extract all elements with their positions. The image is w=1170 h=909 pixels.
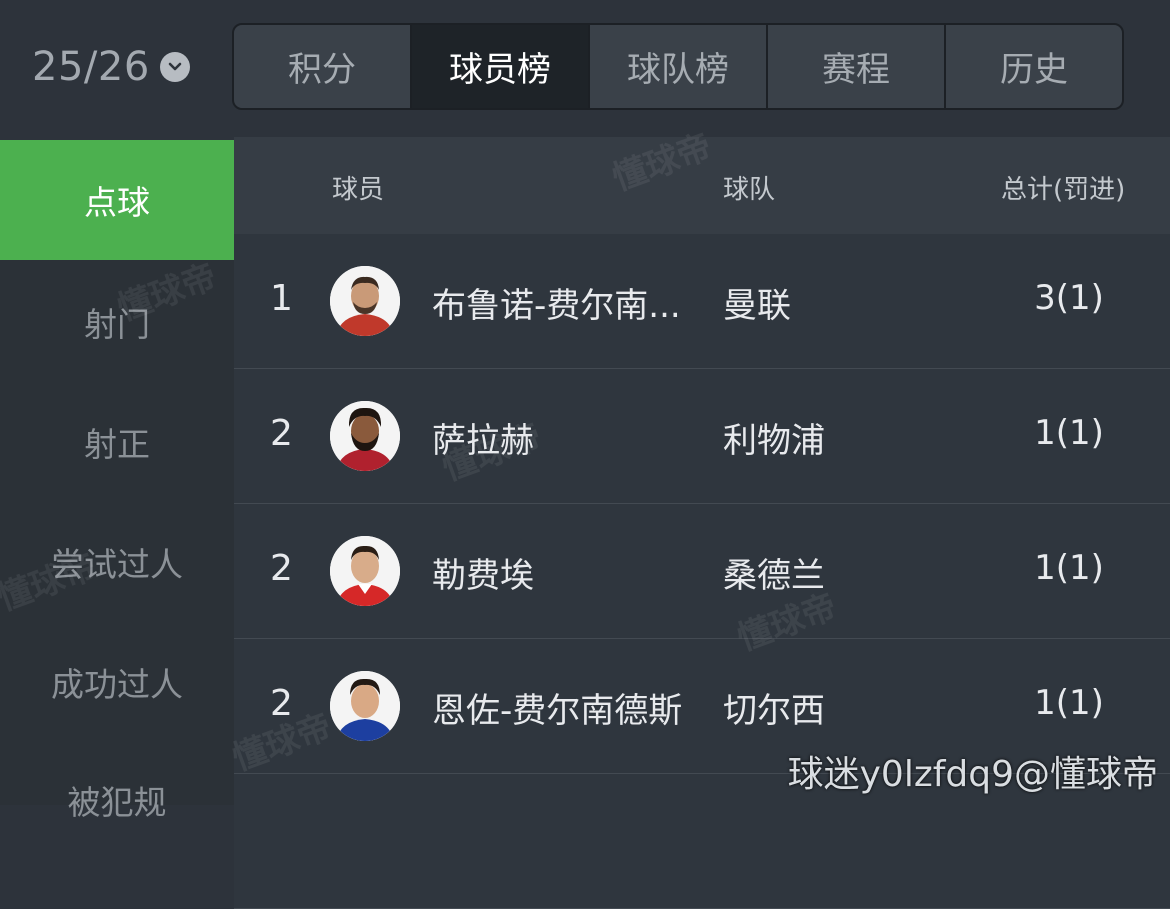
header-bar: 25/26 积分 球员榜 球队榜 赛程 历史 bbox=[0, 0, 1170, 137]
tab-player-rankings[interactable]: 球员榜 bbox=[412, 25, 590, 108]
season-selector[interactable]: 25/26 bbox=[32, 42, 190, 92]
table-row[interactable]: 2 勒费埃 桑德兰 1(1) bbox=[234, 504, 1170, 639]
team-name: 切尔西 bbox=[723, 691, 825, 731]
rank: 2 bbox=[270, 683, 293, 724]
total-penalties: 1(1) bbox=[1034, 548, 1104, 588]
stat-category-sidebar: 点球 射门 射正 尝试过人 成功过人 被犯规 bbox=[0, 140, 234, 822]
team-name: 曼联 bbox=[723, 286, 791, 326]
column-header-team: 球队 bbox=[723, 175, 776, 205]
rank: 1 bbox=[270, 278, 293, 319]
sidebar-item-fouled[interactable]: 被犯规 bbox=[0, 740, 234, 860]
tab-history[interactable]: 历史 bbox=[946, 25, 1122, 108]
team-name: 利物浦 bbox=[723, 421, 825, 461]
total-penalties: 1(1) bbox=[1034, 683, 1104, 723]
table-row[interactable]: 2 萨拉赫 利物浦 1(1) bbox=[234, 369, 1170, 504]
sidebar-item-dribbles-completed[interactable]: 成功过人 bbox=[0, 622, 234, 742]
player-avatar[interactable] bbox=[330, 671, 400, 741]
table-header: 球员 球队 总计(罚进) bbox=[234, 137, 1170, 234]
total-penalties: 3(1) bbox=[1034, 278, 1104, 318]
total-penalties: 1(1) bbox=[1034, 413, 1104, 453]
sidebar-item-dribbles-attempted[interactable]: 尝试过人 bbox=[0, 502, 234, 622]
tab-standings[interactable]: 积分 bbox=[234, 25, 412, 108]
player-name: 恩佐-费尔南德斯 bbox=[432, 691, 683, 731]
tab-team-rankings[interactable]: 球队榜 bbox=[590, 25, 768, 108]
rank: 2 bbox=[270, 548, 293, 589]
column-header-total: 总计(罚进) bbox=[1001, 175, 1126, 205]
team-name: 桑德兰 bbox=[723, 556, 825, 596]
player-avatar[interactable] bbox=[330, 536, 400, 606]
ranking-table: 球员 球队 总计(罚进) 1 布鲁诺-费尔南... 曼联 3(1) 2 萨拉赫 … bbox=[234, 137, 1170, 909]
player-name: 萨拉赫 bbox=[432, 421, 534, 461]
sidebar-item-shots-on-target[interactable]: 射正 bbox=[0, 382, 234, 502]
player-avatar[interactable] bbox=[330, 401, 400, 471]
chevron-down-icon bbox=[159, 52, 190, 82]
player-name: 布鲁诺-费尔南... bbox=[432, 286, 681, 326]
author-credit: 球迷y0lzfdq9@懂球帝 bbox=[787, 754, 1158, 795]
rank: 2 bbox=[270, 413, 293, 454]
tab-bar: 积分 球员榜 球队榜 赛程 历史 bbox=[232, 23, 1124, 110]
player-avatar[interactable] bbox=[330, 266, 400, 336]
tab-schedule[interactable]: 赛程 bbox=[768, 25, 946, 108]
sidebar-item-shots[interactable]: 射门 bbox=[0, 262, 234, 382]
table-row[interactable]: 1 布鲁诺-费尔南... 曼联 3(1) bbox=[234, 234, 1170, 369]
column-header-player: 球员 bbox=[332, 175, 385, 205]
player-name: 勒费埃 bbox=[432, 556, 534, 596]
sidebar-item-penalties[interactable]: 点球 bbox=[0, 140, 234, 260]
season-label: 25/26 bbox=[32, 44, 150, 90]
